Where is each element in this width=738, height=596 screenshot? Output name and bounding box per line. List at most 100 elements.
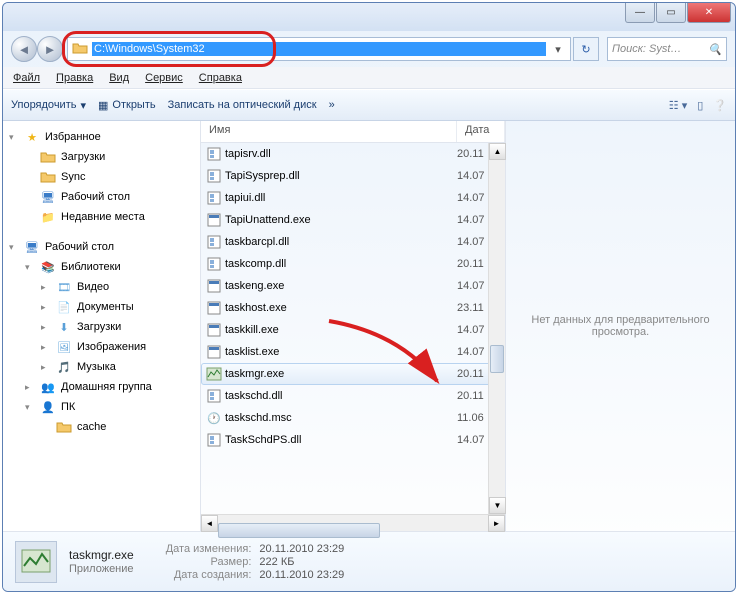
folder-icon <box>40 169 56 185</box>
favorites-group[interactable]: ▾ ★ Избранное <box>3 127 200 147</box>
organize-button[interactable]: Упорядочить▾ <box>11 99 86 112</box>
file-row[interactable]: taskmgr.exe 20.11 <box>201 363 505 385</box>
file-rows: tapisrv.dll 20.11 TapiSysprep.dll 14.07 … <box>201 143 505 514</box>
search-box[interactable]: Поиск: Syst… 🔍 <box>607 37 727 61</box>
scroll-down-icon[interactable]: ▼ <box>489 497 506 514</box>
image-icon: 🖼 <box>56 339 72 355</box>
collapse-icon: ▾ <box>9 132 19 143</box>
scroll-thumb[interactable] <box>490 345 504 373</box>
details-filename: taskmgr.exe <box>69 548 134 562</box>
file-row[interactable]: taskhost.exe 23.11 <box>201 297 505 319</box>
menu-edit[interactable]: Правка <box>56 72 93 84</box>
address-bar[interactable]: ▾ <box>67 37 571 61</box>
file-name: taskmgr.exe <box>223 368 457 380</box>
help-icon[interactable]: ❔ <box>713 99 727 112</box>
burn-button[interactable]: Записать на оптический диск <box>168 99 317 111</box>
file-name: taskbarcpl.dll <box>223 236 457 248</box>
scroll-up-icon[interactable]: ▲ <box>489 143 506 160</box>
chevron-down-icon: ▾ <box>80 99 86 112</box>
sidebar-item[interactable]: ▸ 🖼 Изображения <box>3 337 200 357</box>
expand-icon: ▸ <box>41 302 51 313</box>
sidebar-item[interactable]: ▸ 📄 Документы <box>3 297 200 317</box>
sidebar-item-label: Документы <box>77 301 134 313</box>
scroll-right-icon[interactable]: ► <box>488 515 505 532</box>
file-row[interactable]: tapisrv.dll 20.11 <box>201 143 505 165</box>
sidebar-item[interactable]: ▸ ⬇ Загрузки <box>3 317 200 337</box>
file-row[interactable]: TapiUnattend.exe 14.07 <box>201 209 505 231</box>
address-input[interactable] <box>92 42 546 56</box>
sidebar-item[interactable]: Sync <box>3 167 200 187</box>
sidebar-item-label: Загрузки <box>61 151 105 163</box>
file-row[interactable]: taskcomp.dll 20.11 <box>201 253 505 275</box>
user-icon: 👤 <box>40 399 56 415</box>
scroll-thumb[interactable] <box>218 523 380 538</box>
menu-bar: Файл Правка Вид Сервис Справка <box>3 67 735 89</box>
open-button[interactable]: ▦ Открыть <box>98 99 156 112</box>
file-row[interactable]: tasklist.exe 14.07 <box>201 341 505 363</box>
vertical-scrollbar[interactable]: ▲ ▼ <box>488 143 505 514</box>
doc-icon: 📄 <box>56 299 72 315</box>
cache-item[interactable]: cache <box>3 417 200 437</box>
minimize-button[interactable]: — <box>625 3 655 23</box>
menu-help[interactable]: Справка <box>199 72 242 84</box>
modified-value: 20.11.2010 23:29 <box>259 543 344 555</box>
file-icon <box>205 168 223 184</box>
horizontal-scrollbar[interactable]: ◄ ► <box>201 514 505 531</box>
file-icon <box>205 344 223 360</box>
sidebar-item[interactable]: 📁 Недавние места <box>3 207 200 227</box>
menu-tools[interactable]: Сервис <box>145 72 183 84</box>
sidebar-item[interactable]: ▸ 🎞 Видео <box>3 277 200 297</box>
scroll-left-icon[interactable]: ◄ <box>201 515 218 532</box>
preview-pane-icon[interactable]: ▯ <box>697 99 703 112</box>
view-options-icon[interactable]: ☷ ▾ <box>669 99 687 112</box>
desktop-group[interactable]: ▾ 🖥 Рабочий стол <box>3 237 200 257</box>
sidebar-item[interactable]: ▸ 🎵 Музыка <box>3 357 200 377</box>
created-label: Дата создания: <box>166 569 252 581</box>
address-dropdown-icon[interactable]: ▾ <box>550 43 566 56</box>
file-icon <box>205 190 223 206</box>
homegroup-item[interactable]: ▸ 👥 Домашняя группа <box>3 377 200 397</box>
file-icon <box>205 212 223 228</box>
toolbar: Упорядочить▾ ▦ Открыть Записать на оптич… <box>3 89 735 121</box>
forward-button[interactable]: ► <box>37 36 63 62</box>
sidebar-item-label: Загрузки <box>77 321 121 333</box>
refresh-button[interactable]: ↻ <box>573 37 599 61</box>
file-icon <box>205 146 223 162</box>
video-icon: 🎞 <box>56 279 72 295</box>
file-row[interactable]: tapiui.dll 14.07 <box>201 187 505 209</box>
expand-icon: ▸ <box>41 282 51 293</box>
file-icon <box>205 300 223 316</box>
file-row[interactable]: TapiSysprep.dll 14.07 <box>201 165 505 187</box>
modified-label: Дата изменения: <box>166 543 252 555</box>
file-icon <box>205 366 223 382</box>
file-row[interactable]: 🕐 taskschd.msc 11.06 <box>201 407 505 429</box>
file-list: Имя Дата tapisrv.dll 20.11 TapiSysprep.d… <box>201 121 506 531</box>
back-button[interactable]: ◄ <box>11 36 37 62</box>
search-icon: 🔍 <box>708 43 722 56</box>
file-row[interactable]: TaskSchdPS.dll 14.07 <box>201 429 505 451</box>
size-label: Размер: <box>166 556 252 568</box>
file-row[interactable]: taskschd.dll 20.11 <box>201 385 505 407</box>
menu-view[interactable]: Вид <box>109 72 129 84</box>
close-button[interactable]: ✕ <box>687 3 731 23</box>
column-headers: Имя Дата <box>201 121 505 143</box>
collapse-icon: ▾ <box>9 242 19 253</box>
file-row[interactable]: taskkill.exe 14.07 <box>201 319 505 341</box>
file-row[interactable]: taskeng.exe 14.07 <box>201 275 505 297</box>
maximize-button[interactable]: ▭ <box>656 3 686 23</box>
file-name: taskkill.exe <box>223 324 457 336</box>
file-row[interactable]: taskbarcpl.dll 14.07 <box>201 231 505 253</box>
created-value: 20.11.2010 23:29 <box>259 569 344 581</box>
column-name[interactable]: Имя <box>201 121 457 142</box>
pc-item[interactable]: ▾ 👤 ПК <box>3 397 200 417</box>
details-pane: taskmgr.exe Приложение Дата изменения: 2… <box>3 531 735 591</box>
sidebar-item[interactable]: 🖥 Рабочий стол <box>3 187 200 207</box>
download-icon: ⬇ <box>56 319 72 335</box>
sidebar-item[interactable]: Загрузки <box>3 147 200 167</box>
menu-file[interactable]: Файл <box>13 72 40 84</box>
desktop-icon: 🖥 <box>24 239 40 255</box>
column-date[interactable]: Дата <box>457 121 505 142</box>
overflow-icon[interactable]: » <box>329 99 335 111</box>
preview-pane: Нет данных для предварительного просмотр… <box>506 121 735 531</box>
libraries-group[interactable]: ▾ 📚 Библиотеки <box>3 257 200 277</box>
